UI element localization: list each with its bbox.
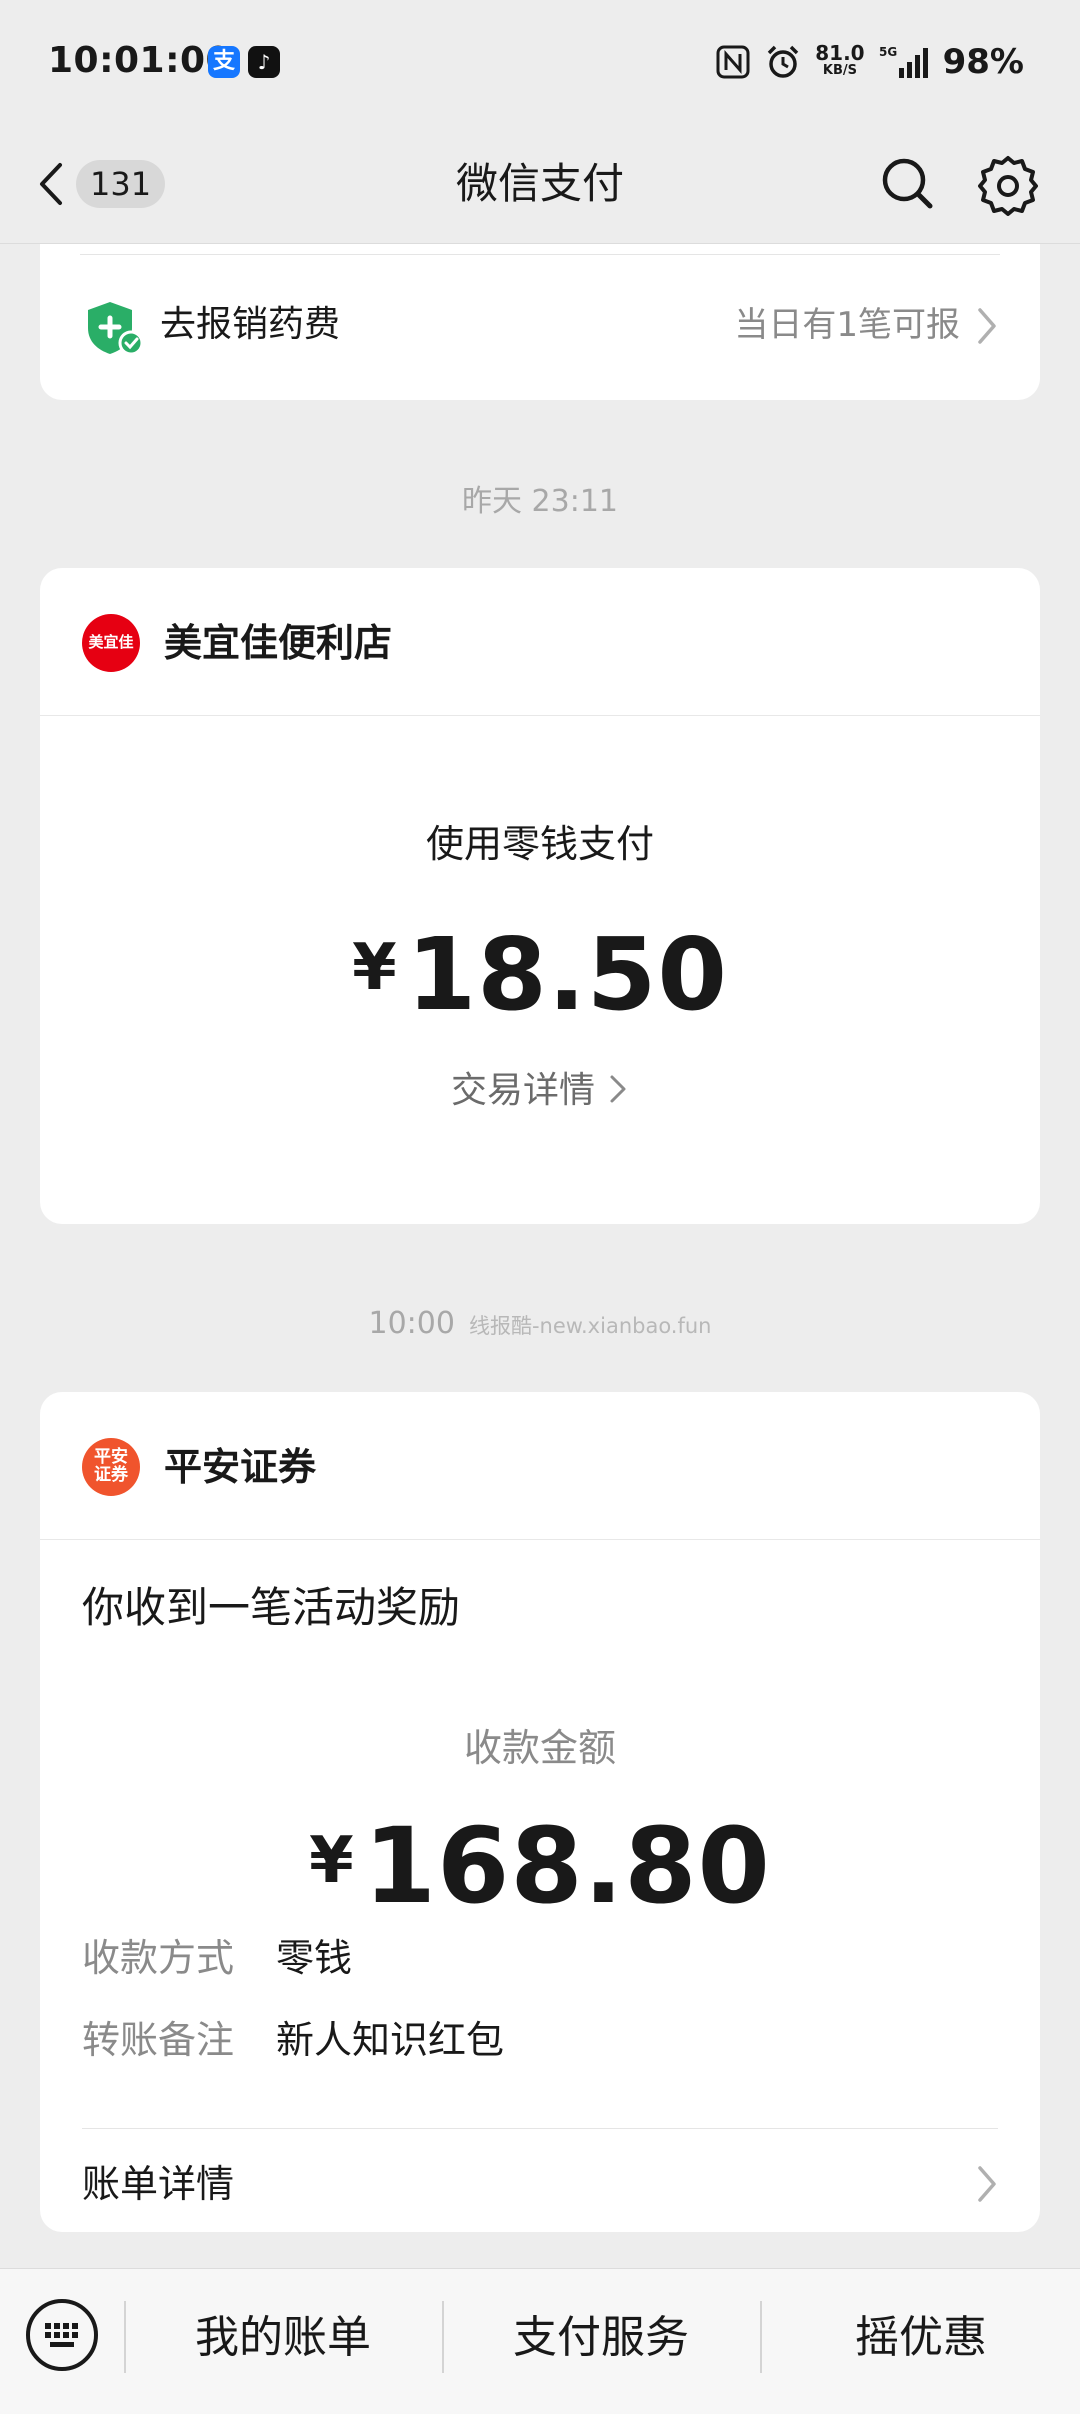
message-timestamp: 10:00 <box>368 1306 455 1341</box>
transfer-remark-row: 转账备注 新人知识红包 <box>82 2010 504 2070</box>
svg-text:5G: 5G <box>879 45 897 59</box>
nav-bar: 131 微信支付 <box>0 124 1080 244</box>
message-timestamp-row: 10:00 线报酷-new.xianbao.fun <box>0 1302 1080 1348</box>
amount-value: 168.80 <box>363 1805 771 1927</box>
alarm-icon <box>768 45 799 78</box>
status-time: 10:01:00 <box>48 40 232 81</box>
trade-detail-link[interactable]: 交易详情 <box>40 1066 1040 1116</box>
merchant-header[interactable]: 平安 证券 平安证券 <box>40 1392 1040 1540</box>
status-indicators: 81.0 KB/S 5G 98% <box>715 40 1024 84</box>
merchant-name: 平安证券 <box>164 1445 317 1489</box>
amount-value: 18.50 <box>406 916 728 1033</box>
trade-detail-label: 交易详情 <box>450 1070 595 1111</box>
reimburse-hint: 当日有1笔可报 <box>734 305 960 345</box>
battery-level: 98% <box>942 42 1024 82</box>
receive-method-value: 零钱 <box>276 1936 353 1980</box>
chevron-right-icon <box>610 1075 626 1103</box>
transfer-remark-key: 转账备注 <box>82 2018 235 2062</box>
payment-method-text: 使用零钱支付 <box>425 822 654 866</box>
settings-button[interactable] <box>976 152 1040 216</box>
payment-amount: ¥18.50 <box>40 908 1040 1064</box>
bottom-menu-bar: 我的账单 支付服务 摇优惠 <box>0 2268 1080 2414</box>
message-timestamp: 昨天 23:11 <box>462 484 618 519</box>
currency-symbol: ¥ <box>309 1824 354 1898</box>
chevron-right-icon <box>978 2166 996 2202</box>
keyboard-toggle-button[interactable] <box>26 2299 98 2371</box>
receive-method-row: 收款方式 零钱 <box>82 1928 352 1988</box>
chevron-right-icon <box>978 308 996 344</box>
merchant-name: 美宜佳便利店 <box>164 621 393 665</box>
tiktok-notification-icon: ♪ <box>248 46 280 78</box>
alipay-notification-icon: 支 <box>208 46 240 78</box>
reward-message-card[interactable]: 平安 证券 平安证券 你收到一笔活动奖励 收款金额 ¥168.80 收款方式 零钱… <box>40 1392 1040 2232</box>
tab-shake-discount[interactable]: 摇优惠 <box>762 2303 1080 2373</box>
tab-payment-services[interactable]: 支付服务 <box>444 2303 758 2373</box>
gear-icon <box>978 156 1038 216</box>
receive-amount-label: 收款金额 <box>463 1726 616 1770</box>
divider <box>80 254 1000 255</box>
reward-title: 你收到一笔活动奖励 <box>82 1583 461 1632</box>
merchant-header[interactable]: 美宜佳 美宜佳便利店 <box>40 568 1040 716</box>
receive-method-key: 收款方式 <box>82 1936 235 1980</box>
transfer-remark-value: 新人知识红包 <box>276 2018 505 2062</box>
bill-detail-row[interactable]: 账单详情 <box>40 2136 1040 2232</box>
network-speed: 81.0 KB/S <box>815 43 864 80</box>
medical-shield-icon <box>88 302 144 356</box>
search-icon <box>882 158 933 209</box>
currency-symbol: ¥ <box>352 931 397 1005</box>
keyboard-icon <box>45 2323 78 2347</box>
reimburse-label: 去报销药费 <box>160 304 341 345</box>
search-button[interactable] <box>876 152 940 216</box>
pingan-logo: 平安 证券 <box>82 1438 140 1496</box>
meiyijia-logo: 美宜佳 <box>82 614 140 672</box>
tab-my-bills[interactable]: 我的账单 <box>126 2303 440 2373</box>
pingan-logo-line2: 证券 <box>94 1465 128 1485</box>
nfc-icon <box>716 45 750 79</box>
watermark-text: 线报酷-new.xianbao.fun <box>468 1314 712 1338</box>
reimburse-medical-row[interactable]: 去报销药费 当日有1笔可报 <box>40 284 1040 364</box>
divider <box>82 2128 998 2129</box>
reimburse-card: 去报销药费 当日有1笔可报 <box>40 244 1040 400</box>
status-bar: 10:01:00 支 ♪ 81.0 KB/S 5G 98% <box>0 0 1080 124</box>
bill-detail-label: 账单详情 <box>82 2162 235 2206</box>
payment-message-card[interactable]: 美宜佳 美宜佳便利店 使用零钱支付 ¥18.50 交易详情 <box>40 568 1040 1224</box>
signal-5g-icon: 5G <box>879 45 928 78</box>
